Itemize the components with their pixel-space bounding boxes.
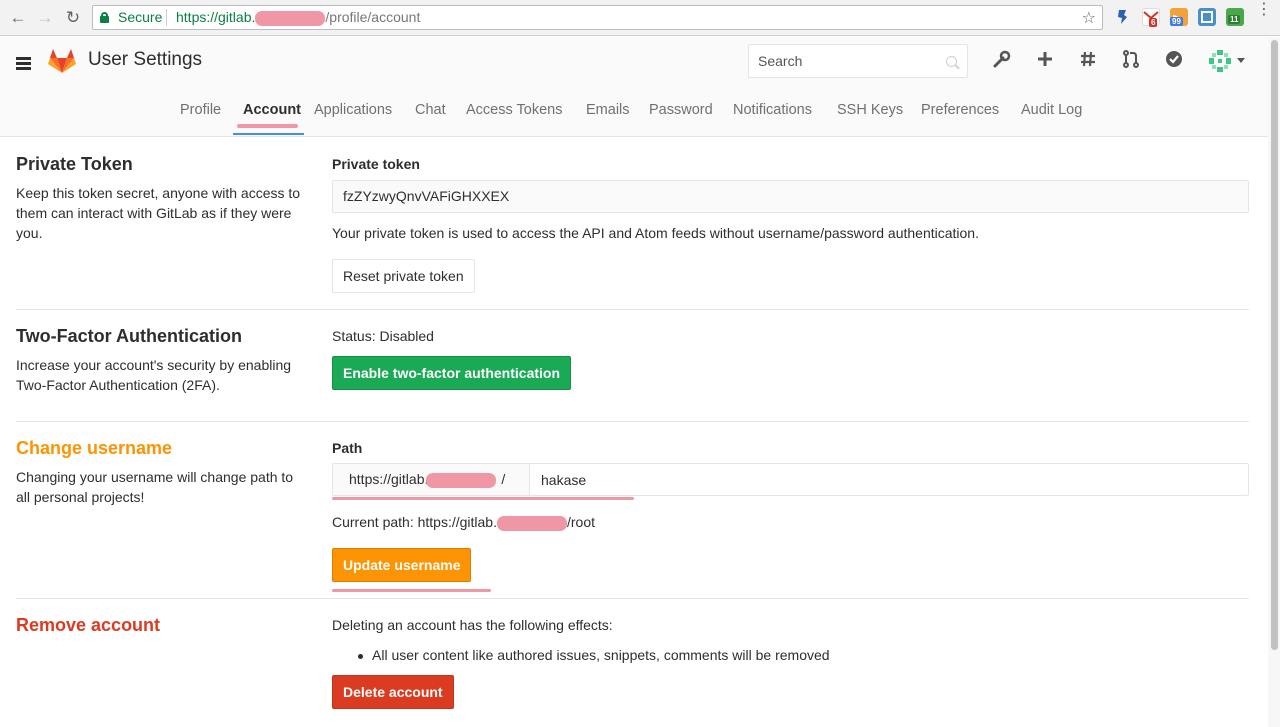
search-box[interactable] [748, 44, 968, 78]
url-scheme: https://gitlab. [176, 9, 256, 25]
rss-badge: 99 [1170, 17, 1183, 26]
lock-icon [100, 12, 109, 23]
private-token-section: Private Token Keep this token secret, an… [16, 138, 1249, 310]
delete-account-button[interactable]: Delete account [332, 675, 454, 709]
extension-pin-icon[interactable] [1114, 8, 1132, 26]
annotation-underline [237, 124, 298, 128]
tab-profile[interactable]: Profile [180, 102, 221, 118]
change-username-description: Changing your username will change path … [16, 469, 294, 505]
update-username-button[interactable]: Update username [332, 548, 472, 582]
settings-tabs: Profile Account Applications Chat Access… [0, 97, 1280, 137]
bookmark-star-icon[interactable]: ☆ [1082, 8, 1096, 28]
plus-icon[interactable] [1034, 49, 1056, 71]
scrollbar[interactable] [1268, 38, 1280, 727]
list-item: All user content like authored issues, s… [358, 647, 830, 663]
path-input-group: https://gitlab. / [332, 463, 1249, 496]
todo-check-icon[interactable] [1163, 49, 1185, 71]
rss-extension-icon[interactable]: 99 [1170, 8, 1188, 26]
redacted-domain [255, 10, 326, 26]
browser-toolbar: ← → ↻ Secure https://gitlab. /profile/acc… [0, 0, 1280, 36]
current-path-start: Current path: https://gitlab. [332, 514, 497, 530]
reset-private-token-button[interactable]: Reset private token [332, 259, 475, 293]
private-token-help: Your private token is used to access the… [332, 225, 979, 241]
hamburger-menu-icon[interactable] [16, 57, 31, 70]
gmail-badge: 6 [1149, 18, 1158, 27]
remove-account-title: Remove account [16, 615, 161, 635]
username-input[interactable] [531, 464, 1247, 495]
url-path: /profile/account [325, 9, 421, 25]
two-factor-title: Two-Factor Authentication [16, 326, 242, 346]
gitlab-header: User Settings Profile Account Applicatio… [0, 37, 1280, 137]
path-prefix-start: https://gitlab. [349, 471, 429, 487]
tab-account[interactable]: Account [243, 102, 301, 118]
current-path-end: /root [566, 514, 595, 530]
chevron-down-icon[interactable] [1237, 58, 1245, 63]
annotation-underline [332, 497, 634, 500]
forward-icon[interactable]: → [34, 7, 56, 29]
private-token-description: Keep this token secret, anyone with acce… [16, 185, 301, 241]
scrollbar-thumb[interactable] [1271, 40, 1278, 650]
calendar-extension-icon[interactable]: 11 [1226, 8, 1244, 26]
tab-ssh-keys[interactable]: SSH Keys [837, 102, 903, 118]
url-separator [166, 9, 167, 26]
annotation-underline [332, 589, 491, 592]
avatar[interactable] [1208, 49, 1232, 73]
tab-notifications[interactable]: Notifications [733, 102, 812, 118]
secure-label: Secure [118, 9, 163, 25]
two-factor-description: Increase your account's security by enab… [16, 357, 292, 393]
wrench-icon[interactable] [991, 49, 1013, 71]
hash-icon[interactable] [1077, 49, 1099, 71]
search-input[interactable] [749, 45, 929, 77]
tab-preferences[interactable]: Preferences [921, 102, 999, 118]
tab-access-tokens[interactable]: Access Tokens [466, 102, 562, 118]
current-path: Current path: https://gitlab. /root [332, 514, 595, 531]
gitlab-logo-icon[interactable] [47, 46, 77, 74]
screenshot-extension-icon[interactable] [1198, 8, 1216, 26]
tab-applications[interactable]: Applications [314, 102, 392, 118]
remove-account-section: Remove account Deleting an account has t… [16, 599, 1249, 727]
back-icon[interactable]: ← [7, 7, 29, 29]
reload-icon[interactable]: ↻ [62, 7, 84, 29]
tab-audit-log[interactable]: Audit Log [1021, 102, 1082, 118]
url-text[interactable]: https://gitlab. /profile/account [176, 9, 420, 26]
enable-2fa-button[interactable]: Enable two-factor authentication [332, 356, 572, 390]
private-token-label: Private token [332, 156, 420, 172]
tab-password[interactable]: Password [649, 102, 713, 118]
change-username-title: Change username [16, 438, 173, 458]
search-icon [946, 56, 957, 67]
page-title: User Settings [88, 49, 203, 70]
gmail-extension-icon[interactable]: 6 [1142, 8, 1160, 27]
tab-emails[interactable]: Emails [586, 102, 630, 118]
path-prefix: https://gitlab. / [333, 464, 530, 495]
remove-account-intro: Deleting an account has the following ef… [332, 617, 613, 633]
merge-request-icon[interactable] [1120, 49, 1142, 71]
change-username-section: Change username Changing your username w… [16, 422, 1249, 599]
private-token-title: Private Token [16, 154, 133, 174]
calendar-badge: 11 [1228, 15, 1241, 24]
path-prefix-end: / [501, 471, 506, 487]
two-factor-status: Status: Disabled [332, 328, 434, 344]
path-label: Path [332, 440, 363, 456]
address-bar[interactable]: Secure https://gitlab. /profile/account ☆ [92, 5, 1103, 30]
redacted-domain [496, 515, 567, 531]
two-factor-section: Two-Factor Authentication Increase your … [16, 310, 1249, 422]
tab-chat[interactable]: Chat [415, 102, 446, 118]
browser-menu-icon[interactable]: ⋮ [1256, 2, 1272, 18]
active-tab-indicator [233, 133, 304, 135]
private-token-field[interactable]: fzZYzwyQnvVAFiGHXXEX [332, 180, 1249, 213]
redacted-domain [426, 472, 497, 488]
